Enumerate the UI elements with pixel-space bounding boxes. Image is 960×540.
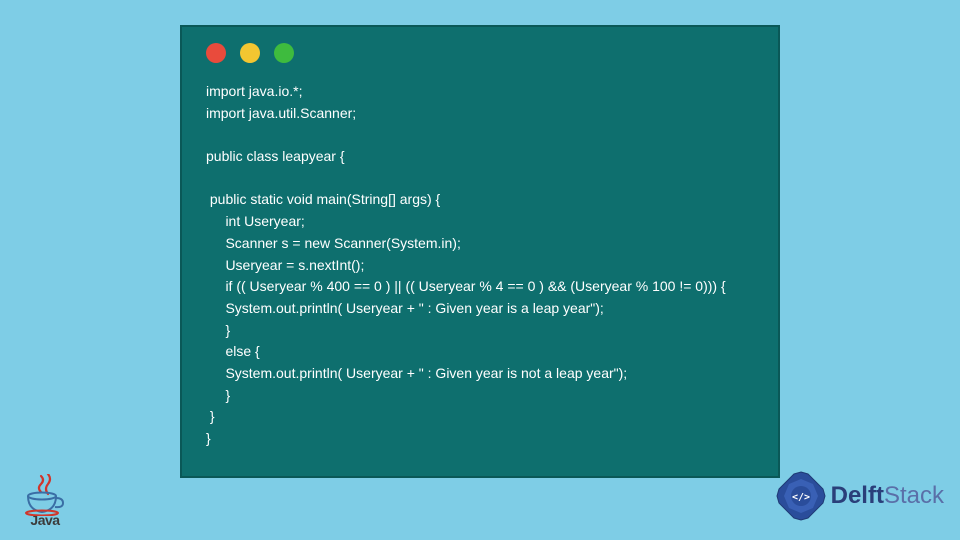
window-titlebar: [182, 27, 778, 75]
delftstack-logo: </> DelftStack: [775, 470, 944, 522]
code-content: import java.io.*; import java.util.Scann…: [182, 75, 778, 456]
delftstack-badge-icon: </>: [775, 470, 827, 522]
minimize-icon[interactable]: [240, 43, 260, 63]
delftstack-word-a: Delft: [831, 482, 884, 509]
code-window: import java.io.*; import java.util.Scann…: [180, 25, 780, 478]
close-icon[interactable]: [206, 43, 226, 63]
maximize-icon[interactable]: [274, 43, 294, 63]
delftstack-logo-text: DelftStack: [831, 482, 944, 510]
java-logo: Java: [20, 476, 70, 528]
svg-text:</>: </>: [792, 492, 810, 503]
delftstack-word-b: Stack: [884, 482, 944, 509]
java-cup-icon: [20, 476, 70, 516]
